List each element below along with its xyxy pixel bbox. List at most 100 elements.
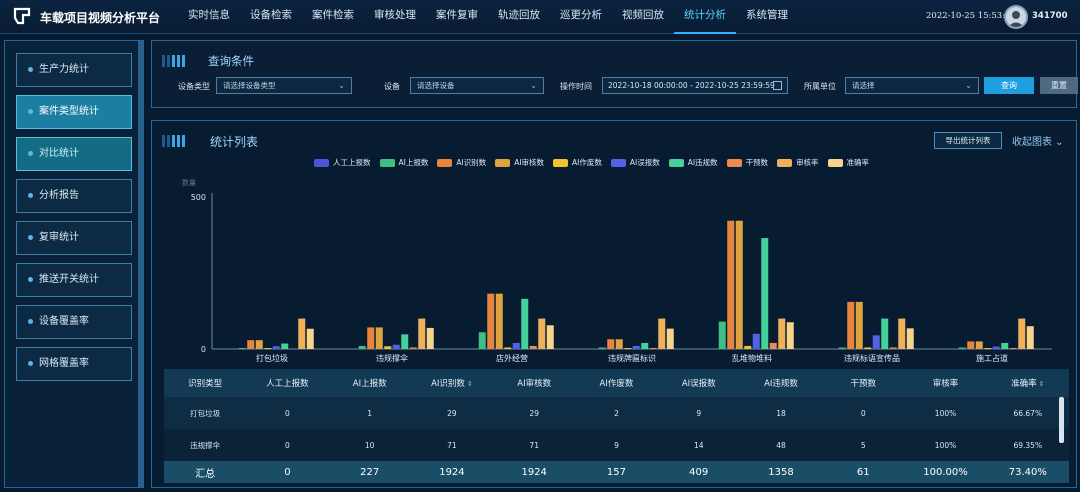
legend-item[interactable]: 准确率	[827, 157, 869, 168]
bar	[958, 347, 966, 349]
cell-text: 干预数	[850, 379, 877, 389]
nav-track-playback[interactable]: 轨迹回放	[488, 0, 550, 34]
table-cell: 0	[822, 409, 904, 418]
nav-device-search[interactable]: 设备检索	[240, 0, 302, 34]
legend-label: AI审核数	[514, 158, 545, 167]
cell-text: 61	[856, 466, 870, 478]
cell-text: 14	[693, 440, 704, 450]
table-cell: 157	[575, 467, 657, 478]
bar-chart: 数量 0 500 打包垃圾 违规撑伞 店外经营 违规牌匾标识 乱堆物堆料 违规标语宣传品 施工占道	[182, 178, 1052, 363]
bar	[967, 341, 975, 349]
nav-case-recheck[interactable]: 案件复审	[426, 0, 488, 34]
table-cell: 100%	[904, 409, 986, 418]
cell-text: 打包垃圾	[190, 408, 221, 418]
query-title: 查询条件	[208, 54, 254, 68]
table-row[interactable]: 违规撑伞 0 10 71 71 9 14 48 5 100% 69.35%	[164, 429, 1069, 461]
table-header-cell: AI误报数	[658, 377, 740, 389]
cell-text: 5	[860, 440, 866, 450]
sidebar-item-review[interactable]: 复审统计	[16, 221, 132, 255]
sidebar-scroll-thumb[interactable]	[138, 41, 143, 487]
legend-item[interactable]: 人工上报数	[314, 157, 371, 168]
legend-item[interactable]: AI上报数	[379, 157, 428, 168]
collapse-chart-button[interactable]: 收起图表 ⌄	[1012, 133, 1064, 148]
cell-text: AI违规数	[764, 379, 798, 389]
legend-item[interactable]: 审核率	[777, 157, 819, 168]
table-cell: 汇总	[164, 465, 246, 480]
table-cell: 违规撑伞	[164, 440, 246, 451]
legend-item[interactable]: AI识别数	[437, 157, 486, 168]
stats-title: 统计列表	[210, 135, 259, 149]
bar	[504, 347, 512, 349]
query-panel: 查询条件 设备类型 请选择设备类型 ⌄ 设备 请选择设备 ⌄ 操作时间 2022…	[151, 40, 1078, 108]
cell-text: AI误报数	[681, 379, 716, 389]
time-range-input[interactable]: 2022-10-18 00:00:00 - 2022-10-25 23:59:5…	[602, 77, 788, 94]
bar	[847, 301, 855, 349]
table-cell: 100.00%	[904, 467, 986, 478]
sidebar-item-case-type[interactable]: 案件类型统计	[16, 95, 132, 129]
export-button[interactable]: 导出统计列表	[934, 132, 1002, 149]
table-cell: 29	[493, 409, 575, 418]
table-cell: 9	[575, 441, 657, 450]
table-row[interactable]: 打包垃圾 0 1 29 29 2 9 18 0 100% 66.67%	[164, 397, 1069, 429]
nav-case-search[interactable]: 案件检索	[302, 0, 364, 34]
legend-swatch	[726, 158, 742, 167]
sidebar-item-comparison[interactable]: 对比统计	[16, 137, 132, 171]
sidebar-scrollbar[interactable]	[138, 41, 143, 487]
sidebar-item-push-switch[interactable]: 推送开关统计	[16, 263, 132, 297]
device-type-select[interactable]: 请选择设备类型 ⌄	[216, 77, 352, 94]
avatar[interactable]	[1004, 5, 1028, 29]
cell-text: 409	[689, 466, 709, 478]
sidebar-item-grid-coverage[interactable]: 网格覆盖率	[16, 347, 132, 381]
bar	[401, 334, 409, 349]
legend-item[interactable]: AI违规数	[668, 157, 718, 168]
nav-video-playback[interactable]: 视频回放	[612, 0, 674, 34]
sidebar-item-report[interactable]: 分析报告	[16, 179, 132, 213]
sort-icon[interactable]: ⇕	[467, 380, 473, 388]
legend-item[interactable]: AI作废数	[553, 157, 602, 168]
sidebar-item-productivity[interactable]: 生产力统计	[16, 53, 132, 87]
legend-item[interactable]: 干预数	[726, 157, 768, 168]
search-button[interactable]: 查询	[984, 77, 1034, 94]
bar	[367, 327, 375, 349]
sort-icon[interactable]: ⇕	[1039, 380, 1045, 388]
cell-text: 10	[364, 440, 375, 450]
legend-item[interactable]: AI审核数	[495, 157, 544, 168]
table-header: 识别类型 人工上报数 AI上报数 AI识别数 ⇕ AI审核数 AI作废数 AI误报数 AI违规数…	[164, 369, 1069, 397]
sidebar-item-device-coverage[interactable]: 设备覆盖率	[16, 305, 132, 339]
table-cell: 71	[411, 441, 493, 450]
legend-swatch	[777, 158, 793, 167]
table-cell: 1	[329, 409, 411, 418]
legend-swatch	[495, 158, 511, 167]
unit-select[interactable]: 请选择 ⌄	[845, 77, 979, 94]
nav-statistics[interactable]: 统计分析	[674, 0, 736, 34]
nav-patrol-analysis[interactable]: 巡更分析	[550, 0, 612, 34]
table-cell: 0	[246, 409, 328, 418]
cell-text: 71	[529, 440, 539, 450]
cell-text: 48	[776, 440, 786, 450]
table-header-cell[interactable]: AI识别数 ⇕	[411, 377, 493, 389]
bar	[1026, 326, 1034, 349]
legend-swatch	[314, 158, 329, 167]
nav-system-management[interactable]: 系统管理	[736, 0, 798, 34]
nav-realtime[interactable]: 实时信息	[178, 0, 240, 34]
device-select[interactable]: 请选择设备 ⌄	[410, 77, 544, 94]
cell-text: 29	[447, 408, 457, 418]
bar	[375, 327, 383, 349]
table-header-cell[interactable]: 准确率 ⇕	[987, 377, 1069, 389]
bar	[529, 345, 537, 349]
cell-text: AI作废数	[599, 379, 634, 389]
cell-text: 2	[614, 408, 619, 418]
table-cell: 0	[246, 441, 328, 450]
reset-button[interactable]: 重置	[1040, 77, 1078, 94]
username[interactable]: 341700	[1032, 11, 1068, 21]
table-cell: 9	[658, 409, 740, 418]
table-cell: 48	[740, 441, 822, 450]
legend-swatch	[668, 158, 684, 167]
bar	[615, 339, 623, 349]
legend-item[interactable]: AI误报数	[610, 157, 660, 168]
nav-review-process[interactable]: 审核处理	[364, 0, 426, 34]
time-label: 操作时间	[560, 82, 592, 91]
bar	[1001, 342, 1009, 349]
legend-swatch	[379, 158, 395, 167]
table-scrollbar[interactable]	[1059, 397, 1064, 443]
